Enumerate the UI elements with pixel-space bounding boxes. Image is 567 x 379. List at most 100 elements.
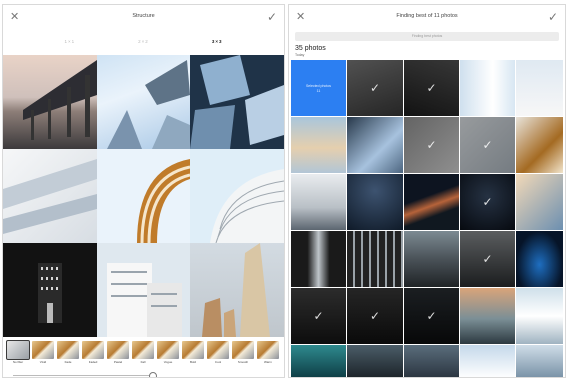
mosaic-tile[interactable] (190, 243, 284, 337)
filter-label: Bold (189, 360, 196, 364)
check-icon: ✓ (426, 309, 437, 323)
photo-cell[interactable] (291, 174, 346, 230)
filter-thumbnail (232, 341, 254, 359)
photo-mosaic (3, 55, 284, 337)
structure-panel: ✕ Structure ✓ 1×1 2×2 3×3 No filter Vivi… (2, 4, 285, 378)
photo-cell[interactable]: ✓ (460, 117, 515, 173)
mosaic-tile[interactable] (97, 243, 190, 337)
filter-label: Faded (88, 360, 98, 364)
filter-label: Fall (140, 360, 146, 364)
confirm-icon[interactable]: ✓ (548, 10, 558, 24)
photo-cell[interactable] (291, 345, 346, 377)
intensity-slider-handle[interactable] (149, 372, 157, 377)
progress-text: Finding best photos (411, 34, 443, 38)
mosaic-tile[interactable] (3, 243, 97, 337)
date-label: Today (295, 53, 305, 57)
photo-grid: Selected photos 11 ✓ ✓ ✓ ✓ ✓ ✓ ✓ ✓ ✓ (291, 60, 563, 377)
filter-strip: No filter Vivid Fade Faded Pastel Fall V… (3, 339, 284, 369)
check-icon: ✓ (482, 195, 493, 209)
photo-cell[interactable] (347, 345, 403, 377)
filter-label: No filter (12, 360, 24, 364)
photo-cell[interactable]: ✓ (404, 60, 459, 116)
photo-cell[interactable]: ✓ (291, 288, 346, 344)
filter-item[interactable]: Pastel (107, 341, 129, 367)
check-icon: ✓ (426, 81, 437, 95)
filter-item[interactable]: Cool (207, 341, 229, 367)
photo-cell[interactable] (516, 345, 563, 377)
filter-thumbnail (57, 341, 79, 359)
filter-item[interactable]: Fade (57, 341, 79, 367)
photo-cell[interactable] (291, 117, 346, 173)
filter-item[interactable]: Warm (257, 341, 279, 367)
grid-size-tabs: 1×1 2×2 3×3 (3, 39, 284, 51)
photo-cell[interactable]: ✓ (347, 288, 403, 344)
photo-cell[interactable] (516, 231, 563, 287)
filter-item[interactable]: Bold (182, 341, 204, 367)
photo-cell[interactable] (460, 60, 515, 116)
mosaic-tile[interactable] (97, 149, 190, 243)
photo-cell[interactable]: ✓ (404, 288, 459, 344)
mosaic-tile[interactable] (97, 55, 190, 149)
filter-label: Vivid (39, 360, 47, 364)
photo-cell[interactable] (404, 174, 459, 230)
filter-item[interactable]: Smooth (232, 341, 254, 367)
page-title: Finding best of 11 photos (396, 13, 458, 19)
selected-summary-text: Selected photos 11 (305, 84, 332, 93)
filter-label: Pastel (113, 360, 123, 364)
check-icon: ✓ (369, 309, 381, 323)
photo-cell[interactable] (347, 231, 403, 287)
photo-cell[interactable] (516, 174, 563, 230)
tab-grid-1x1[interactable]: 1×1 (65, 39, 76, 51)
best-photos-panel: ✕ Finding best of 11 photos ✓ Finding be… (288, 4, 566, 378)
photo-cell[interactable]: ✓ (404, 117, 459, 173)
filter-thumbnail (182, 341, 204, 359)
selected-summary-cell[interactable]: Selected photos 11 (291, 60, 346, 116)
best-photos-header: ✕ Finding best of 11 photos ✓ (289, 5, 565, 31)
filter-item[interactable]: Fall (132, 341, 154, 367)
filter-label: Warm (264, 360, 272, 364)
filter-label: Smooth (237, 360, 249, 364)
filter-label: Fade (64, 360, 72, 364)
mosaic-tile[interactable] (3, 149, 97, 243)
filter-item[interactable]: Vogue (157, 341, 179, 367)
photo-cell[interactable] (460, 345, 515, 377)
photo-cell[interactable] (516, 117, 563, 173)
filter-thumbnail (207, 341, 229, 359)
intensity-slider-track[interactable] (13, 375, 154, 376)
mosaic-tile[interactable] (3, 55, 97, 149)
check-icon: ✓ (482, 138, 493, 152)
photo-cell[interactable] (404, 345, 459, 377)
photo-cell[interactable] (460, 288, 515, 344)
photo-cell[interactable]: ✓ (460, 174, 515, 230)
filter-thumbnail (32, 341, 54, 359)
mosaic-tile[interactable] (190, 55, 284, 149)
photo-cell[interactable]: ✓ (460, 231, 515, 287)
filter-thumbnail (157, 341, 179, 359)
filter-label: Cool (214, 360, 222, 364)
photo-cell[interactable] (516, 288, 563, 344)
photo-cell[interactable] (404, 231, 459, 287)
check-icon: ✓ (426, 138, 437, 152)
filter-label: Vogue (163, 360, 173, 364)
confirm-icon[interactable]: ✓ (267, 10, 277, 24)
filter-thumbnail (6, 340, 30, 360)
filter-list: No filter Vivid Fade Faded Pastel Fall V… (6, 340, 284, 367)
tab-grid-3x3[interactable]: 3×3 (212, 39, 223, 51)
mosaic-tile[interactable] (190, 149, 284, 243)
check-icon: ✓ (482, 252, 493, 266)
photo-cell[interactable]: ✓ (347, 60, 403, 116)
photo-count: 35 photos (295, 45, 326, 52)
filter-item[interactable]: Vivid (32, 341, 54, 367)
photo-cell[interactable] (347, 117, 403, 173)
filter-thumbnail (107, 341, 129, 359)
page-title: Structure (132, 13, 155, 19)
structure-header: ✕ Structure ✓ (3, 5, 284, 31)
progress-banner: Finding best photos (295, 32, 559, 41)
photo-cell[interactable] (516, 60, 563, 116)
filter-thumbnail (257, 341, 279, 359)
filter-item[interactable]: Faded (82, 341, 104, 367)
filter-item[interactable]: No filter (6, 340, 30, 367)
photo-cell[interactable] (347, 174, 403, 230)
tab-grid-2x2[interactable]: 2×2 (138, 39, 149, 51)
photo-cell[interactable] (291, 231, 346, 287)
